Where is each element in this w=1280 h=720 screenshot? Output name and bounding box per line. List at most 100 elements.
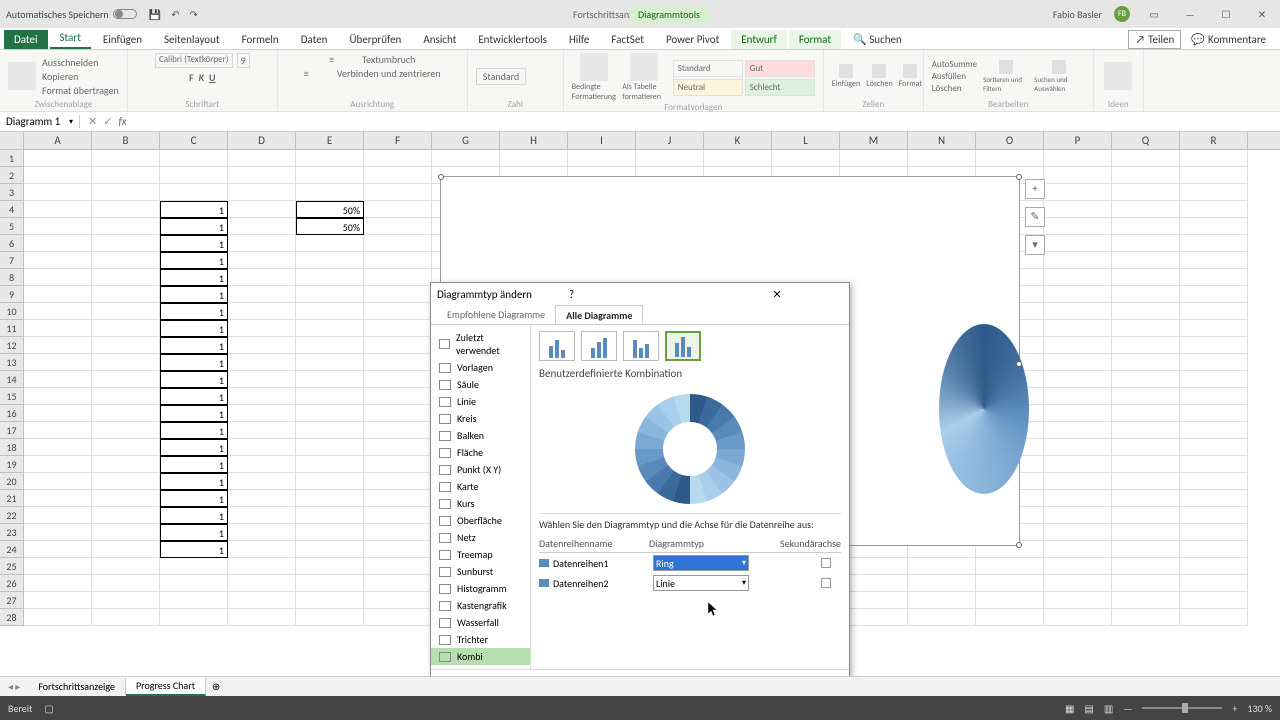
cell[interactable] [1112, 592, 1180, 609]
cell[interactable] [160, 150, 228, 167]
fx-icon[interactable]: fx [118, 115, 126, 128]
cell[interactable] [92, 490, 160, 507]
cell[interactable] [364, 422, 432, 439]
cell[interactable] [228, 235, 296, 252]
cell[interactable] [1180, 320, 1248, 337]
cell[interactable]: 1 [160, 269, 228, 286]
cell[interactable] [1180, 184, 1248, 201]
cell[interactable] [92, 354, 160, 371]
cell[interactable] [228, 439, 296, 456]
cell[interactable] [840, 575, 908, 592]
cell[interactable] [24, 388, 92, 405]
cell[interactable] [228, 354, 296, 371]
zoom-in-icon[interactable]: + [1232, 702, 1237, 715]
cell[interactable] [364, 524, 432, 541]
cell[interactable] [92, 371, 160, 388]
cell[interactable] [24, 490, 92, 507]
cell[interactable] [364, 354, 432, 371]
cell[interactable] [24, 524, 92, 541]
dialog-tab-all[interactable]: Alle Diagramme [555, 305, 643, 324]
cell[interactable] [24, 609, 92, 626]
cell[interactable] [1112, 167, 1180, 184]
cell[interactable] [1180, 388, 1248, 405]
cell[interactable] [1044, 575, 1112, 592]
cell[interactable] [296, 269, 364, 286]
format-painter-button[interactable]: Format übertragen [42, 84, 119, 97]
cell[interactable] [228, 303, 296, 320]
cell[interactable]: 1 [160, 507, 228, 524]
view-layout-icon[interactable]: ▤ [1084, 702, 1093, 715]
zoom-slider[interactable] [1142, 707, 1222, 709]
secondary-axis-checkbox[interactable] [821, 578, 831, 588]
cell[interactable] [228, 201, 296, 218]
row-header[interactable]: 19 [0, 456, 24, 473]
cell[interactable] [1044, 320, 1112, 337]
chart-category-item[interactable]: Kombi [431, 648, 530, 665]
cell[interactable] [1044, 473, 1112, 490]
cell[interactable] [92, 303, 160, 320]
cell[interactable]: 1 [160, 252, 228, 269]
cell[interactable] [296, 320, 364, 337]
cell[interactable] [1044, 269, 1112, 286]
cell[interactable] [296, 507, 364, 524]
cell[interactable] [92, 422, 160, 439]
cell[interactable] [1112, 269, 1180, 286]
row-header[interactable]: 21 [0, 490, 24, 507]
cell[interactable] [364, 167, 432, 184]
cell[interactable]: 1 [160, 303, 228, 320]
cell[interactable] [228, 575, 296, 592]
font-size[interactable]: 9 [237, 53, 250, 68]
cell[interactable] [296, 252, 364, 269]
font-name[interactable]: Calibri (Textkörper) [155, 53, 233, 68]
cell[interactable] [1180, 592, 1248, 609]
cell[interactable] [228, 269, 296, 286]
cell[interactable] [92, 167, 160, 184]
cell[interactable] [840, 609, 908, 626]
row-header[interactable]: 6 [0, 235, 24, 252]
cell[interactable] [1180, 303, 1248, 320]
cell[interactable] [1044, 388, 1112, 405]
row-header[interactable]: 7 [0, 252, 24, 269]
tab-suchen[interactable]: 🔍 Suchen [843, 30, 912, 49]
column-header[interactable]: D [228, 132, 296, 149]
cell[interactable] [24, 473, 92, 490]
cell[interactable] [92, 320, 160, 337]
column-header[interactable]: H [500, 132, 568, 149]
cell[interactable] [772, 150, 840, 167]
chart-category-item[interactable]: Säule [431, 376, 530, 393]
row-header[interactable]: 20 [0, 473, 24, 490]
sheet-tab-2[interactable]: Progress Chart [126, 677, 206, 696]
chart-category-item[interactable]: Balken [431, 427, 530, 444]
cell[interactable]: 1 [160, 320, 228, 337]
paste-icon[interactable] [8, 62, 36, 90]
cell[interactable] [1044, 303, 1112, 320]
cell[interactable] [296, 592, 364, 609]
chart-brush-icon[interactable]: ✎ [1025, 207, 1045, 227]
cell[interactable] [228, 388, 296, 405]
cell[interactable] [364, 609, 432, 626]
cell[interactable] [92, 235, 160, 252]
cell[interactable] [24, 303, 92, 320]
cell[interactable] [636, 150, 704, 167]
cell[interactable] [1112, 575, 1180, 592]
sheet-tab-1[interactable]: Fortschrittsanzeige [28, 678, 126, 695]
select-all-corner[interactable] [0, 132, 24, 149]
row-header[interactable]: 23 [0, 524, 24, 541]
chart-category-item[interactable]: Sunburst [431, 563, 530, 580]
cell[interactable] [160, 592, 228, 609]
cell[interactable] [92, 252, 160, 269]
cell[interactable] [296, 422, 364, 439]
cell[interactable] [840, 150, 908, 167]
cell[interactable] [840, 558, 908, 575]
cell[interactable] [364, 286, 432, 303]
cell[interactable] [92, 456, 160, 473]
ribbon-options-icon[interactable]: ▭ [1142, 8, 1166, 21]
column-header[interactable]: B [92, 132, 160, 149]
cell[interactable] [1112, 303, 1180, 320]
tab-hilfe[interactable]: Hilfe [559, 30, 599, 49]
cell[interactable] [92, 439, 160, 456]
cell[interactable] [364, 184, 432, 201]
cell[interactable] [296, 286, 364, 303]
cell[interactable] [1180, 201, 1248, 218]
cell[interactable] [24, 286, 92, 303]
